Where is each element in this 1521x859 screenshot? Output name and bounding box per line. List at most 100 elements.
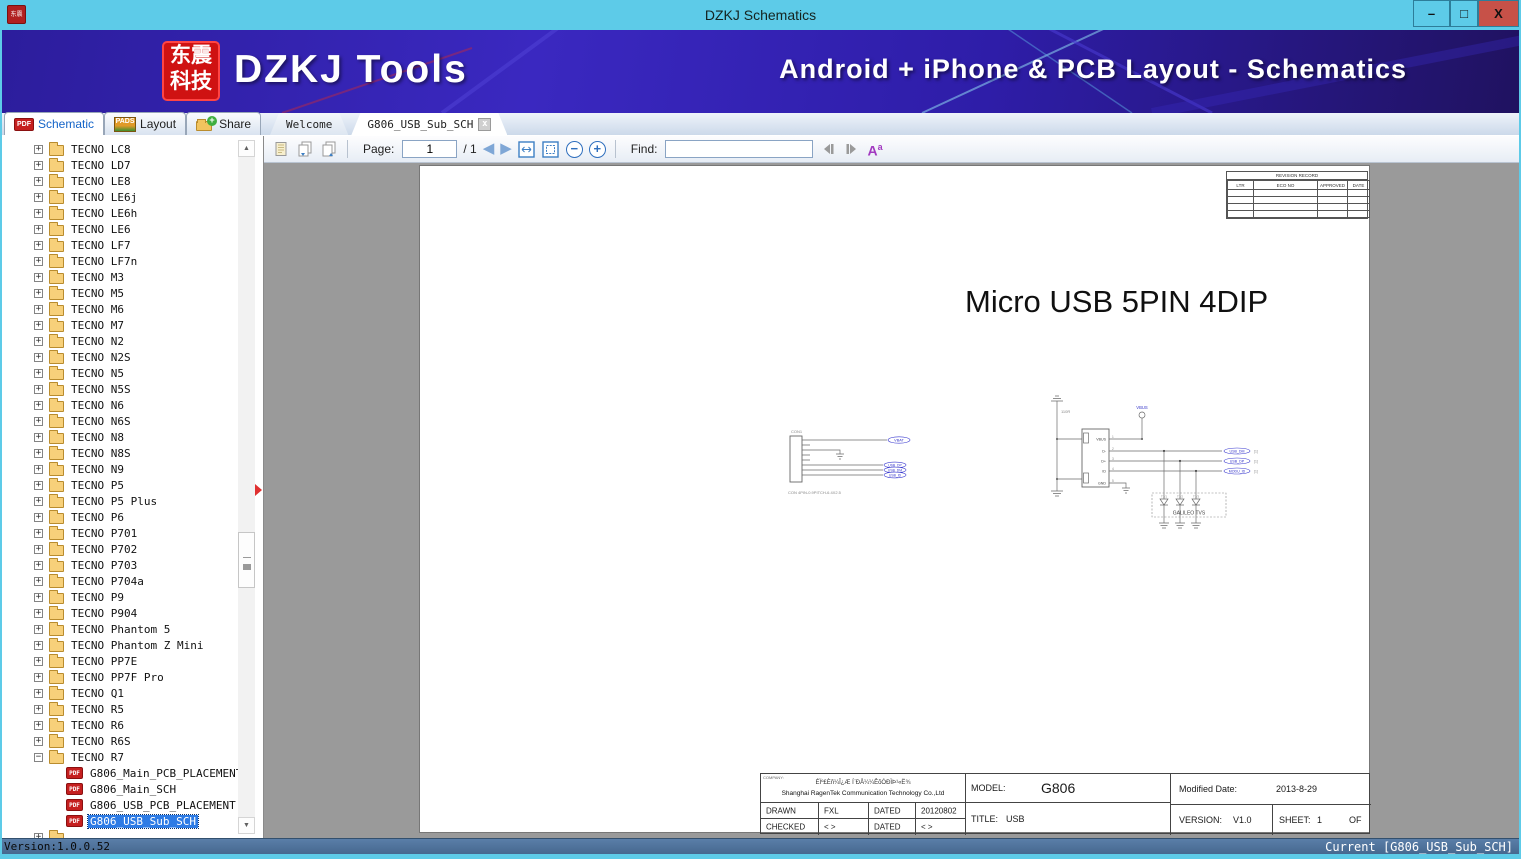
page-curl-right-icon[interactable]	[320, 140, 338, 158]
tree-item-file[interactable]: PDF G806_Main_PCB_PLACEMENT	[2, 765, 238, 781]
tree-item-file[interactable]: PDF G806_USB_PCB_PLACEMENT	[2, 797, 238, 813]
tree-item-folder[interactable]: + TECNO P704a	[2, 573, 238, 589]
next-page-icon[interactable]: ▶	[500, 140, 512, 158]
tree-expander-icon[interactable]: +	[34, 368, 43, 378]
tree-item-folder[interactable]: + TECNO R5	[2, 701, 238, 717]
tree-expander-icon[interactable]: +	[34, 560, 43, 570]
tree-item-folder[interactable]: + TECNO N5	[2, 365, 238, 381]
tree-expander-icon[interactable]: +	[34, 320, 43, 330]
tree-expander-icon[interactable]: +	[34, 480, 43, 490]
splitter-collapse-icon[interactable]	[255, 484, 262, 496]
find-previous-icon[interactable]	[819, 140, 837, 158]
tree-expander-icon[interactable]: +	[34, 672, 43, 682]
zoom-out-icon[interactable]: −	[565, 140, 583, 158]
tree-expander-icon[interactable]: +	[34, 272, 43, 282]
tree-expander-icon[interactable]: +	[34, 720, 43, 730]
tree-item-folder[interactable]: + TECNO LE6j	[2, 189, 238, 205]
tree-expander-icon[interactable]: +	[34, 384, 43, 394]
fit-page-icon[interactable]	[542, 140, 560, 158]
tab-layout[interactable]: PADS Layout	[104, 112, 187, 135]
tree-expander-icon[interactable]: +	[34, 240, 43, 250]
tree-expander-icon[interactable]: +	[34, 288, 43, 298]
tree-item-folder[interactable]: + TECNO M7	[2, 317, 238, 333]
tree-item-folder[interactable]: + TECNO P9	[2, 589, 238, 605]
tree-expander-icon[interactable]: +	[34, 512, 43, 522]
page-input[interactable]	[402, 140, 458, 158]
tree-expander-icon[interactable]: +	[34, 656, 43, 666]
tree-expander-icon[interactable]: +	[34, 464, 43, 474]
tree-item-file[interactable]: PDF G806_USB_Sub_SCH	[2, 813, 238, 829]
tree-item-folder[interactable]: + TECNO LE6	[2, 221, 238, 237]
page-curl-left-icon[interactable]	[296, 140, 314, 158]
tree-item-folder[interactable]: + TECNO N8S	[2, 445, 238, 461]
tree-expander-icon[interactable]: +	[34, 352, 43, 362]
tree-expander-icon[interactable]: +	[34, 528, 43, 538]
tree-expander-icon[interactable]: +	[34, 192, 43, 202]
tree-expander-icon[interactable]: +	[34, 224, 43, 234]
tree-item-folder[interactable]: + TECNO Q1	[2, 685, 238, 701]
tab-share[interactable]: + Share	[186, 112, 262, 135]
tree-expander-icon[interactable]: +	[34, 176, 43, 186]
tree-item-folder[interactable]: + TECNO M6	[2, 301, 238, 317]
tree-item-folder[interactable]: +	[2, 829, 238, 838]
tree-item-folder[interactable]: + TECNO Phantom Z Mini	[2, 637, 238, 653]
tree-item-folder[interactable]: + TECNO N6S	[2, 413, 238, 429]
tree-expander-icon[interactable]: +	[34, 592, 43, 602]
tree-expander-icon[interactable]: −	[34, 752, 43, 762]
tree-expander-icon[interactable]: +	[34, 576, 43, 586]
scroll-up-icon[interactable]: ▲	[238, 140, 255, 157]
tree-item-folder[interactable]: + TECNO N6	[2, 397, 238, 413]
tree-expander-icon[interactable]: +	[34, 608, 43, 618]
tree-item-folder[interactable]: + TECNO LC8	[2, 141, 238, 157]
tree-expander-icon[interactable]: +	[34, 144, 43, 154]
tree-expander-icon[interactable]: +	[34, 416, 43, 426]
close-tab-icon[interactable]: x	[478, 118, 491, 131]
tree-item-folder[interactable]: + TECNO LE6h	[2, 205, 238, 221]
tab-schematic[interactable]: PDF Schematic	[4, 112, 105, 135]
tree-item-folder[interactable]: + TECNO PP7E	[2, 653, 238, 669]
tree-item-folder[interactable]: + TECNO N2S	[2, 349, 238, 365]
tree-item-folder[interactable]: + TECNO P5	[2, 477, 238, 493]
tree-item-folder[interactable]: + TECNO P904	[2, 605, 238, 621]
tree-expander-icon[interactable]: +	[34, 544, 43, 554]
tree-item-folder[interactable]: + TECNO LD7	[2, 157, 238, 173]
tree-item-folder[interactable]: + TECNO P6	[2, 509, 238, 525]
tree-expander-icon[interactable]: +	[34, 736, 43, 746]
scroll-thumb[interactable]	[238, 532, 255, 588]
tree-expander-icon[interactable]: +	[34, 256, 43, 266]
tree-item-folder[interactable]: + TECNO N9	[2, 461, 238, 477]
tree-item-folder[interactable]: + TECNO R6	[2, 717, 238, 733]
tree-item-folder[interactable]: − TECNO R7	[2, 749, 238, 765]
tree-item-folder[interactable]: + TECNO PP7F Pro	[2, 669, 238, 685]
tree-item-folder[interactable]: + TECNO LF7n	[2, 253, 238, 269]
zoom-in-icon[interactable]: +	[588, 140, 606, 158]
doc-tab-welcome[interactable]: Welcome	[270, 113, 348, 135]
tree-expander-icon[interactable]: +	[34, 208, 43, 218]
tree-expander-icon[interactable]: +	[34, 448, 43, 458]
tree-expander-icon[interactable]: +	[34, 624, 43, 634]
tree-item-folder[interactable]: + TECNO P701	[2, 525, 238, 541]
tree-expander-icon[interactable]: +	[34, 400, 43, 410]
tree-expander-icon[interactable]: +	[34, 496, 43, 506]
maximize-button[interactable]: □	[1450, 0, 1478, 27]
tree-item-file[interactable]: PDF G806_Main_SCH	[2, 781, 238, 797]
tree-item-folder[interactable]: + TECNO P5 Plus	[2, 493, 238, 509]
scroll-down-icon[interactable]: ▼	[238, 817, 255, 834]
tree-item-folder[interactable]: + TECNO Phantom 5	[2, 621, 238, 637]
tree-expander-icon[interactable]: +	[34, 688, 43, 698]
find-input[interactable]	[665, 140, 814, 158]
tree-expander-icon[interactable]: +	[34, 640, 43, 650]
tree-item-folder[interactable]: + TECNO LF7	[2, 237, 238, 253]
tree-expander-icon[interactable]: +	[34, 336, 43, 346]
tree-item-folder[interactable]: + TECNO LE8	[2, 173, 238, 189]
tree-item-folder[interactable]: + TECNO N5S	[2, 381, 238, 397]
prev-page-icon[interactable]: ◀	[483, 140, 495, 158]
find-next-icon[interactable]	[843, 140, 861, 158]
tree-item-folder[interactable]: + TECNO N8	[2, 429, 238, 445]
fit-width-icon[interactable]	[518, 140, 536, 158]
copy-page-icon[interactable]	[272, 140, 290, 158]
tree-expander-icon[interactable]: +	[34, 160, 43, 170]
tree-item-folder[interactable]: + TECNO M5	[2, 285, 238, 301]
tree-item-folder[interactable]: + TECNO N2	[2, 333, 238, 349]
tree-item-folder[interactable]: + TECNO P702	[2, 541, 238, 557]
